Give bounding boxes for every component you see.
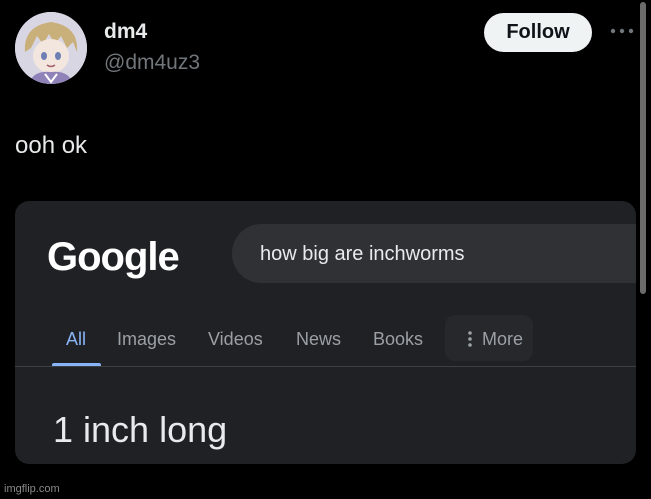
- author-handle[interactable]: @dm4uz3: [104, 51, 200, 75]
- search-query: how big are inchworms: [260, 243, 465, 265]
- tab-all: All: [66, 329, 87, 349]
- author-display-name[interactable]: dm4: [104, 20, 147, 44]
- tab-videos: Videos: [208, 329, 263, 349]
- search-box: how big are inchworms: [232, 224, 636, 283]
- google-logo: Google: [47, 235, 180, 279]
- follow-button[interactable]: Follow: [484, 13, 592, 52]
- kebab-icon: [467, 330, 473, 348]
- page: dm4 @dm4uz3 Follow ooh ok Google how big…: [0, 0, 651, 499]
- answer-text: 1 inch long: [53, 409, 228, 450]
- tab-images: Images: [117, 329, 177, 349]
- more-options-icon[interactable]: [609, 24, 635, 38]
- tab-books: Books: [373, 329, 424, 349]
- scrollbar-thumb[interactable]: [640, 2, 646, 294]
- watermark: imgflip.com: [4, 483, 60, 495]
- tabs-divider: [15, 366, 636, 367]
- anime-avatar-icon[interactable]: [15, 12, 87, 84]
- tweet-text: ooh ok: [15, 132, 88, 159]
- embedded-screenshot[interactable]: Google how big are inchworms All Images …: [15, 201, 636, 464]
- more-label: More: [482, 329, 524, 349]
- tab-more: More: [445, 315, 533, 361]
- tab-news: News: [296, 329, 342, 349]
